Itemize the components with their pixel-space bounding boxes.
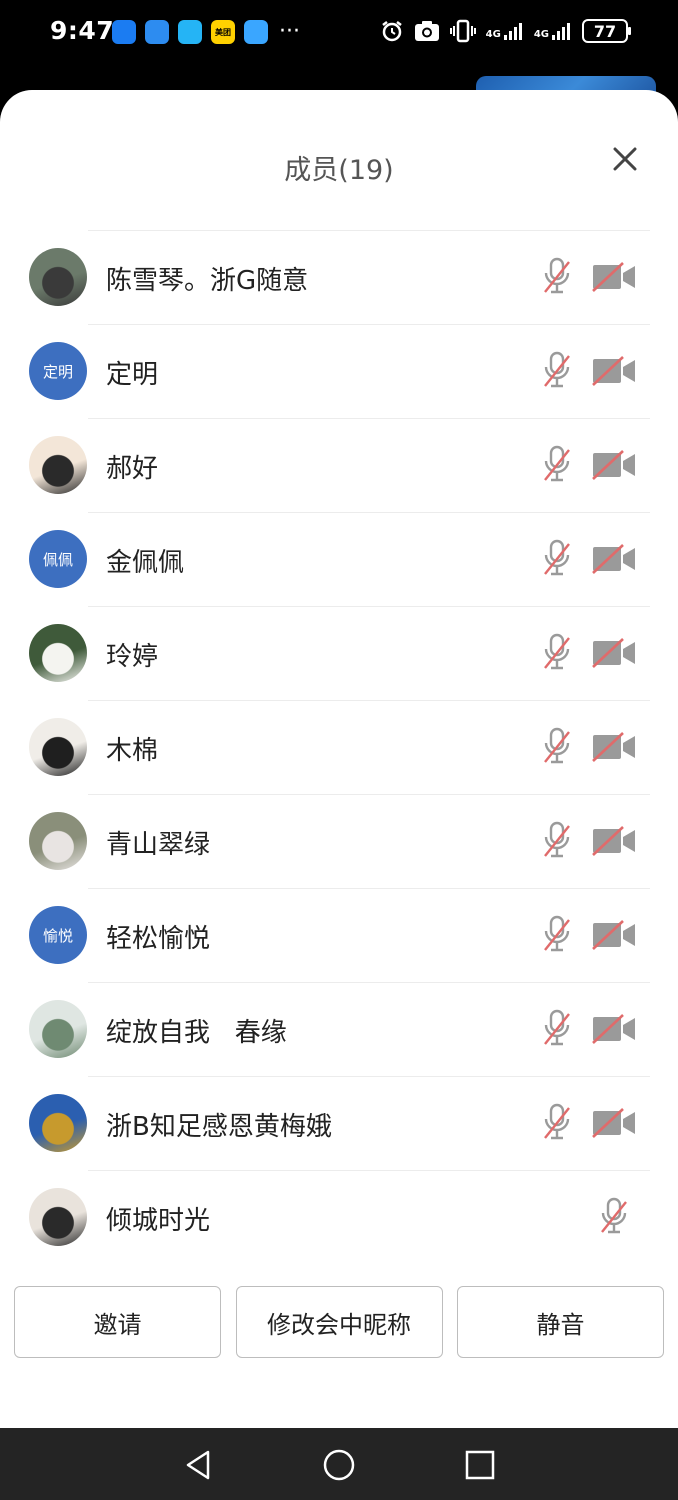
member-row[interactable]: 郝好	[0, 418, 678, 512]
member-row[interactable]: 陈雪琴。浙G随意	[0, 230, 678, 324]
sheet-title: 成员(19)	[284, 155, 394, 186]
more-notifications-icon: ···	[279, 19, 300, 44]
close-icon[interactable]	[612, 146, 638, 172]
battery-indicator: 77	[582, 19, 631, 43]
mic-muted-icon[interactable]	[542, 821, 572, 859]
camera-off-icon[interactable]	[591, 261, 637, 293]
member-name: 陈雪琴。浙G随意	[106, 266, 309, 296]
mic-muted-icon[interactable]	[542, 445, 572, 483]
mic-muted-icon[interactable]	[599, 1197, 629, 1235]
member-name: 倾城时光	[106, 1206, 211, 1236]
member-name: 郝好	[106, 454, 159, 484]
mic-muted-icon[interactable]	[542, 257, 572, 295]
member-name: 木棉	[106, 736, 159, 766]
camera-off-icon[interactable]	[591, 919, 637, 951]
mic-muted-icon[interactable]	[542, 633, 572, 671]
member-list: 陈雪琴。浙G随意 定明 定明 郝好 佩佩 金佩佩 玲婷 木棉 青山翠绿 愉悦 轻松愉悦	[0, 230, 678, 1264]
recents-icon[interactable]	[463, 1448, 497, 1482]
invite-button[interactable]: 邀请	[14, 1286, 221, 1358]
system-nav-bar	[0, 1428, 678, 1500]
network-1: 4G	[486, 22, 524, 40]
mic-muted-icon[interactable]	[542, 915, 572, 953]
avatar-photo	[29, 1094, 87, 1152]
avatar-photo	[29, 624, 87, 682]
browser-app-icon	[244, 20, 268, 44]
camera-off-icon[interactable]	[591, 731, 637, 763]
mic-muted-icon[interactable]	[542, 351, 572, 389]
avatar-photo	[29, 718, 87, 776]
rename-button[interactable]: 修改会中昵称	[235, 1286, 443, 1358]
action-bar: 邀请 修改会中昵称 静音	[14, 1286, 664, 1358]
member-row[interactable]: 佩佩 金佩佩	[0, 512, 678, 606]
camera-off-icon[interactable]	[591, 449, 637, 481]
member-name: 金佩佩	[106, 548, 185, 578]
alarm-icon	[381, 21, 402, 42]
member-name: 玲婷	[106, 642, 159, 672]
mic-muted-icon[interactable]	[542, 1009, 572, 1047]
member-name: 轻松愉悦	[106, 924, 211, 954]
avatar-text: 定明	[29, 342, 87, 400]
avatar-photo	[29, 1188, 87, 1246]
camera-off-icon[interactable]	[591, 637, 637, 669]
meituan-app-icon: 美团	[211, 20, 235, 44]
camera-off-icon[interactable]	[591, 1013, 637, 1045]
back-icon[interactable]	[182, 1448, 216, 1482]
camera-icon	[414, 21, 439, 41]
member-row[interactable]: 玲婷	[0, 606, 678, 700]
mic-muted-icon[interactable]	[542, 727, 572, 765]
member-name: 青山翠绿	[106, 830, 211, 860]
mic-muted-icon[interactable]	[542, 1103, 572, 1141]
message-app-icon	[178, 20, 202, 44]
avatar-text: 愉悦	[29, 906, 87, 964]
avatar-text: 佩佩	[29, 530, 87, 588]
member-row[interactable]: 定明 定明	[0, 324, 678, 418]
member-name: 浙B知足感恩黄梅娥	[106, 1112, 332, 1142]
status-time: 9:47	[50, 16, 115, 45]
member-row[interactable]: 青山翠绿	[0, 794, 678, 888]
mic-muted-icon[interactable]	[542, 539, 572, 577]
member-row[interactable]: 倾城时光	[0, 1170, 678, 1264]
signal-icon	[552, 23, 570, 40]
signal-icon	[503, 23, 522, 40]
camera-off-icon[interactable]	[591, 355, 637, 387]
blue-app-icon	[112, 20, 136, 44]
notification-app-icons: 美团 ···	[112, 20, 300, 44]
vibrate-icon	[449, 19, 476, 43]
mute-all-button[interactable]: 静音	[457, 1286, 664, 1358]
status-bar: 9:47 美团 ··· 4G 4G 77	[0, 0, 678, 70]
camera-off-icon[interactable]	[591, 543, 637, 575]
avatar-photo	[29, 812, 87, 870]
network-2: 4G	[534, 22, 572, 40]
avatar-photo	[29, 436, 87, 494]
member-row[interactable]: 木棉	[0, 700, 678, 794]
member-name: 定明	[106, 360, 159, 390]
camera-off-icon[interactable]	[591, 825, 637, 857]
avatar-photo	[29, 248, 87, 306]
member-row[interactable]: 愉悦 轻松愉悦	[0, 888, 678, 982]
members-sheet: 成员(19) 陈雪琴。浙G随意 定明 定明 郝好 佩佩 金佩佩 玲婷 木棉 青山翠绿…	[0, 90, 678, 1428]
member-name: 绽放自我 春缘	[106, 1018, 287, 1048]
member-row[interactable]: 浙B知足感恩黄梅娥	[0, 1076, 678, 1170]
camera-off-icon[interactable]	[591, 1107, 637, 1139]
status-indicators: 4G 4G 77	[380, 19, 631, 43]
member-row[interactable]: 绽放自我 春缘	[0, 982, 678, 1076]
chat-app-icon	[145, 20, 169, 44]
avatar-photo	[29, 1000, 87, 1058]
home-icon[interactable]	[322, 1448, 356, 1482]
